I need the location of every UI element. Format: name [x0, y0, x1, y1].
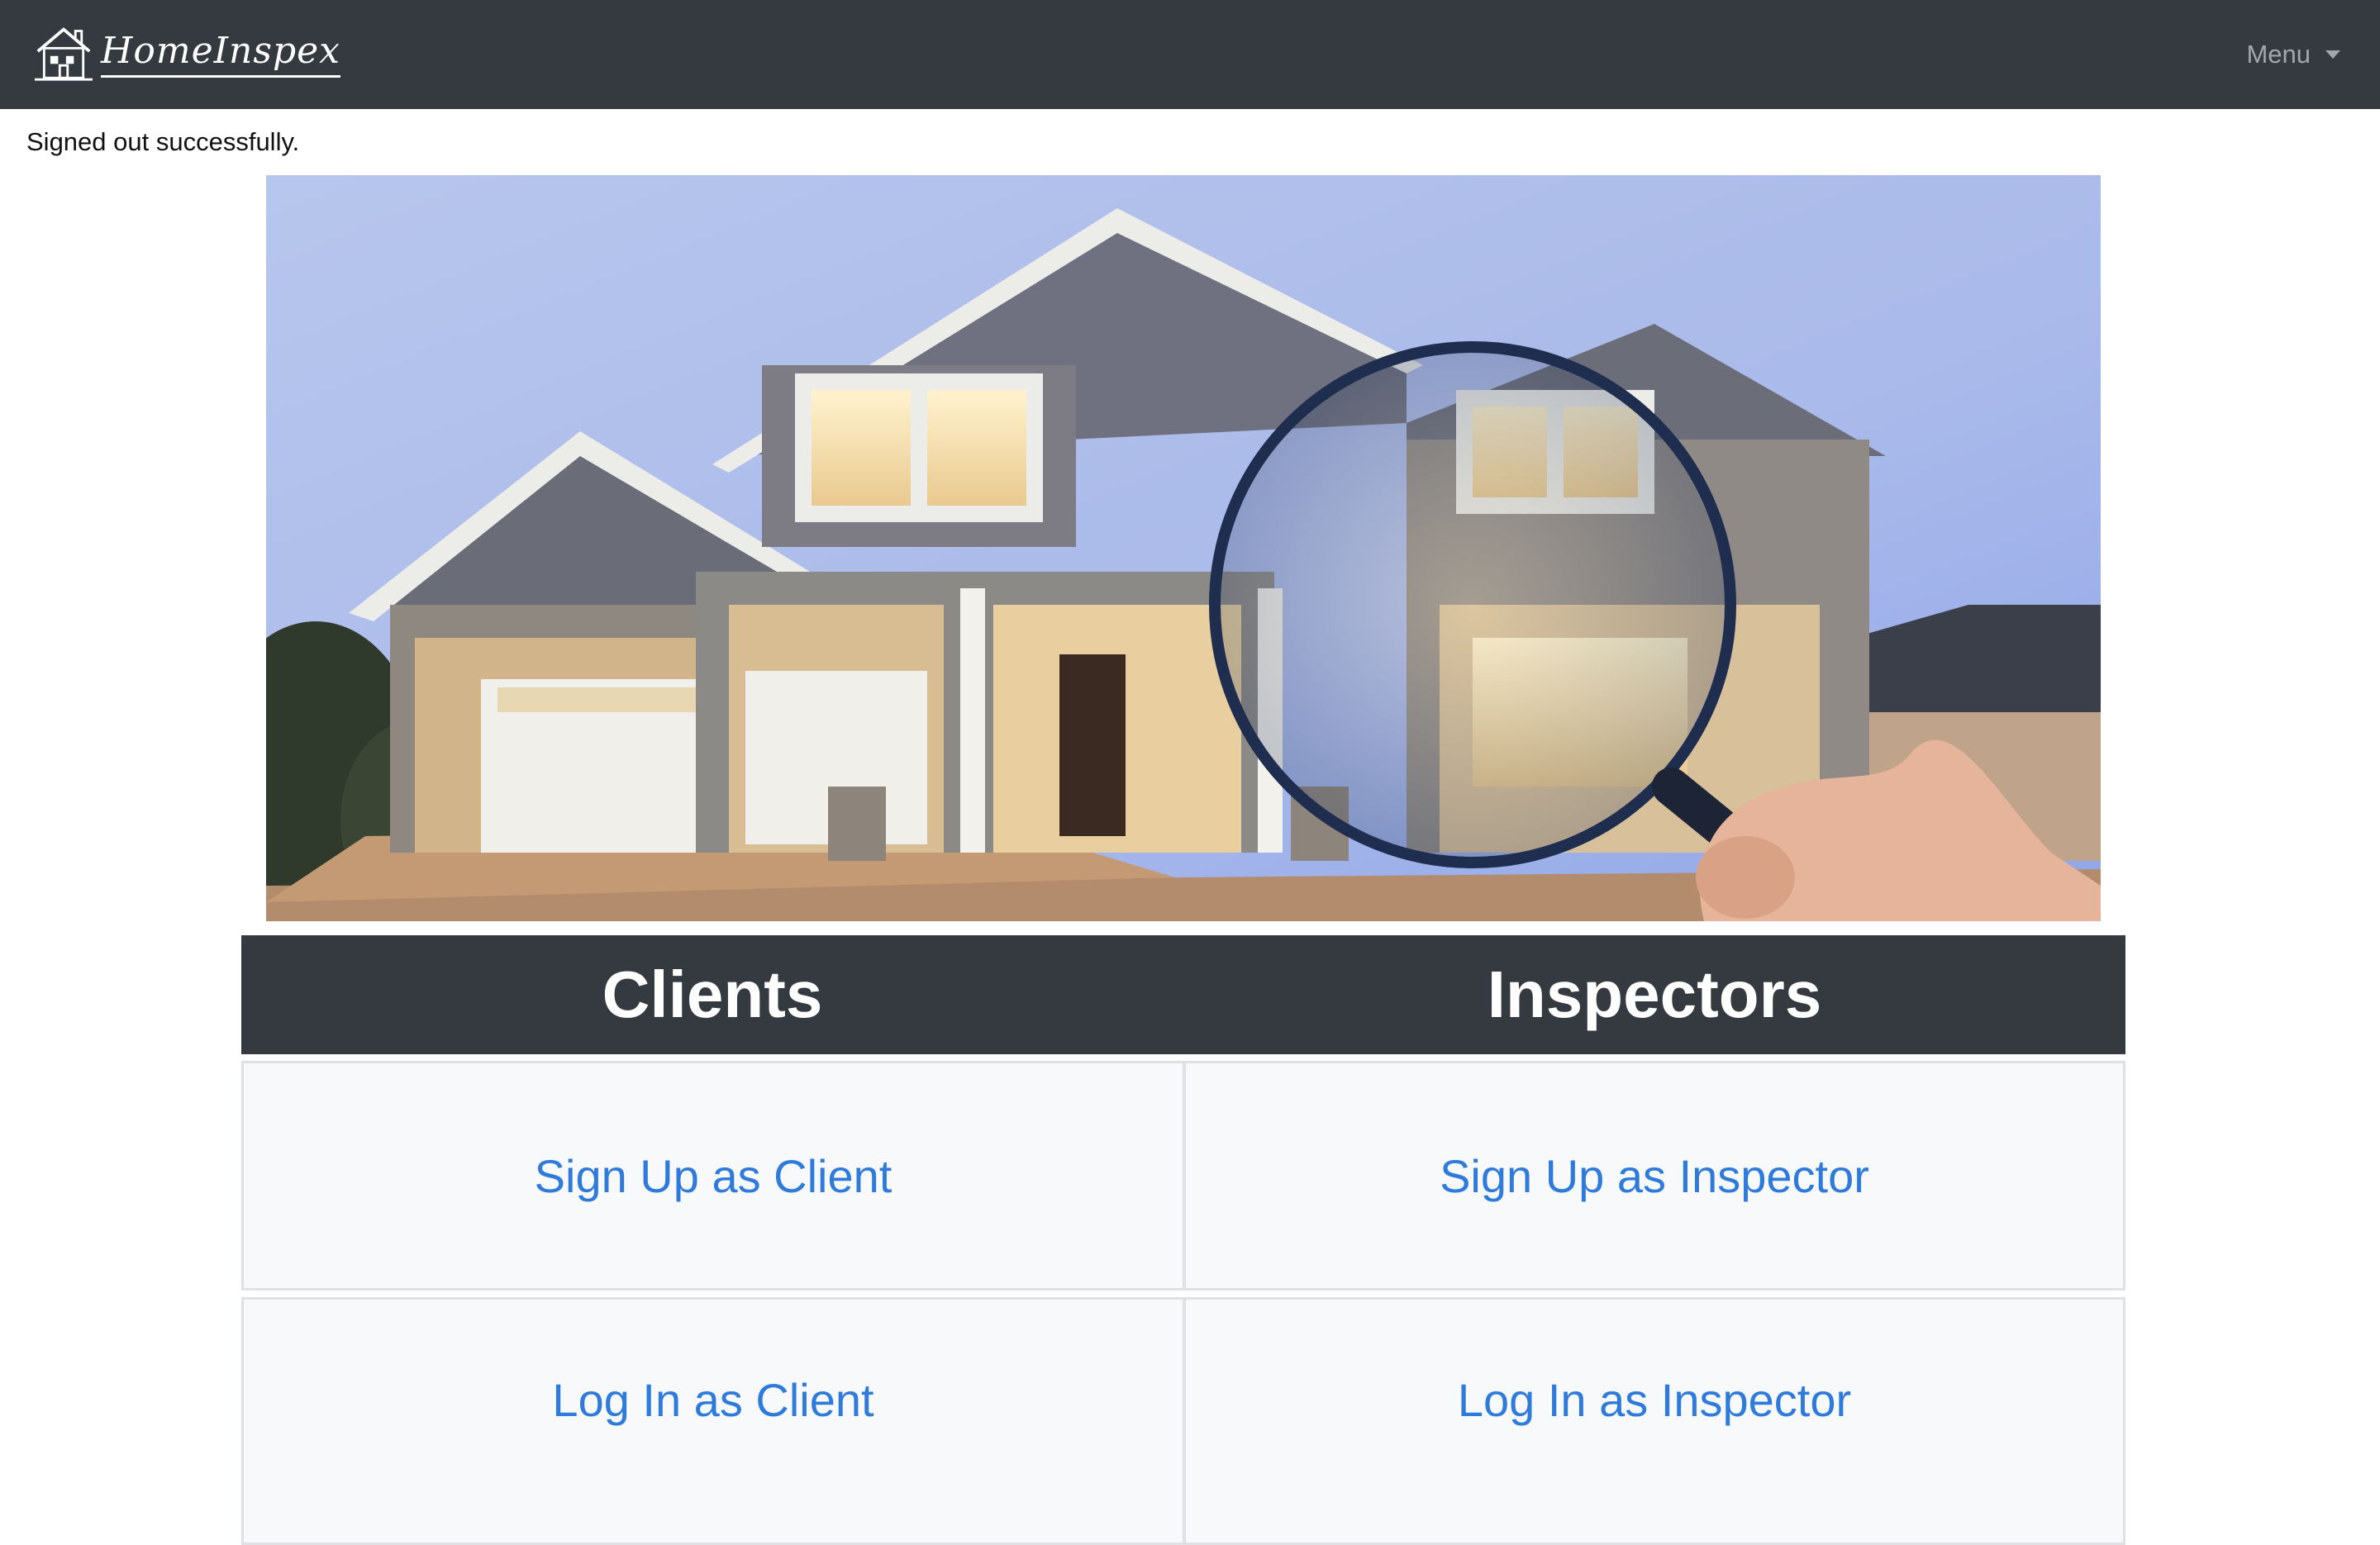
top-navbar: HomeInspex Menu [0, 0, 2380, 109]
log-in-inspector-link[interactable]: Log In as Inspector [1458, 1373, 1851, 1427]
sign-up-client-card[interactable]: Sign Up as Client [241, 1061, 1185, 1291]
clients-title: Clients [602, 958, 823, 1031]
hero-image [266, 175, 2101, 921]
inspectors-header: Inspectors [1183, 935, 2125, 1054]
clients-header: Clients [241, 935, 1183, 1054]
inspectors-title: Inspectors [1487, 958, 1822, 1031]
sign-up-inspector-link[interactable]: Sign Up as Inspector [1440, 1149, 1869, 1203]
caret-down-icon [2325, 50, 2340, 59]
sign-up-client-link[interactable]: Sign Up as Client [535, 1149, 892, 1203]
log-in-client-link[interactable]: Log In as Client [552, 1373, 873, 1427]
log-in-inspector-card[interactable]: Log In as Inspector [1183, 1297, 2125, 1545]
sign-up-inspector-card[interactable]: Sign Up as Inspector [1183, 1061, 2125, 1291]
flash-notice: Signed out successfully. [26, 127, 300, 156]
brand-logo-link[interactable]: HomeInspex [35, 20, 340, 86]
menu-dropdown-toggle[interactable]: Menu [2246, 35, 2340, 74]
house-logo-icon [35, 27, 93, 81]
brand-name: HomeInspex [101, 29, 340, 78]
log-in-client-card[interactable]: Log In as Client [241, 1297, 1185, 1545]
menu-label: Menu [2246, 40, 2311, 69]
